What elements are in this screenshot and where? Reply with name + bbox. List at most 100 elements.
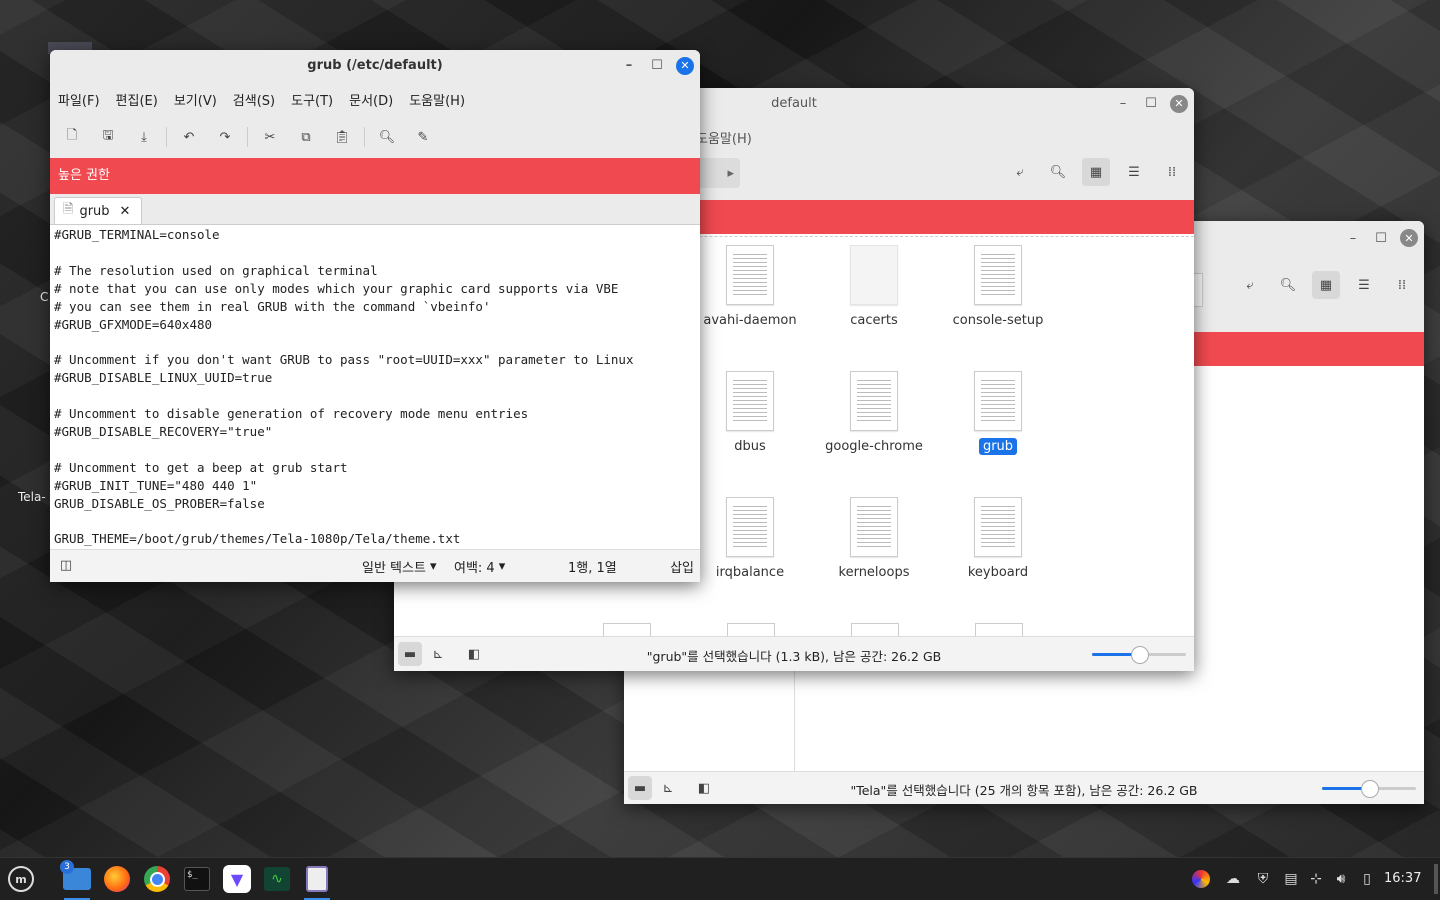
protonvpn-icon: ▼ [223,865,251,893]
list-view-icon[interactable]: ☰ [1350,271,1378,299]
taskbar: m 3 $_ ▼ ∿ ☁ ⛨ ▤ ⊹ 🔊︎ ▯ 16:37 [0,857,1440,900]
file-name: irqbalance [715,565,785,580]
maximize-button[interactable]: ☐ [1372,229,1390,247]
show-desktop-button[interactable] [1434,864,1438,894]
taskbar-text-editor[interactable] [300,862,334,900]
tab-grub[interactable]: 🗎 grub ✕ [54,197,142,224]
menu-tools[interactable]: 도구(T) [291,90,333,109]
statusbar: ▬ ⊾ ◧ "Tela"를 선택했습니다 (25 개의 항목 포함), 남은 공… [624,771,1424,804]
close-button[interactable]: ✕ [676,57,694,75]
save-icon[interactable]: ⤓ [130,123,158,151]
partial-file-icon[interactable] [727,623,775,637]
menu-view[interactable]: 보기(V) [174,90,217,109]
new-document-icon[interactable]: 🗋 [58,123,86,151]
clock[interactable]: 16:37 [1384,871,1421,886]
battery-icon[interactable]: ▯ [1356,868,1378,890]
taskbar-system-monitor[interactable]: ∿ [260,862,294,896]
menu-file[interactable]: 파일(F) [58,90,100,109]
chevron-down-icon: ▾ [498,559,506,574]
close-tab-icon[interactable]: ✕ [120,204,131,219]
file-item[interactable]: keyboard [936,497,1060,581]
open-terminal-icon[interactable]: ⤶ [1236,271,1264,299]
text-area[interactable]: #GRUB_TERMINAL=console # The resolution u… [54,226,700,548]
code-line: #GRUB_INIT_TUNE="480 440 1" [54,477,258,493]
code-line: #GRUB_GFXMODE=640x480 [54,316,213,332]
maximize-button[interactable]: ☐ [1142,95,1160,113]
compact-view-icon[interactable]: ⁞⁞ [1158,158,1186,186]
redo-icon[interactable]: ↷ [211,123,239,151]
code-line: # Uncomment if you don't want GRUB to pa… [54,352,634,368]
open-terminal-icon[interactable]: ⤶ [1006,158,1034,186]
menu-search[interactable]: 검색(S) [233,90,275,109]
taskbar-firefox[interactable] [100,862,134,896]
taskbar-chrome[interactable] [140,862,174,896]
search-icon[interactable]: 🔍︎ [1274,271,1302,299]
cut-icon[interactable]: ✂ [256,123,284,151]
search-icon[interactable]: 🔍︎ [1044,158,1072,186]
file-item[interactable]: google-chrome [812,371,936,455]
search-icon[interactable]: 🔍︎ [373,123,401,151]
code-line: #GRUB_DISABLE_LINUX_UUID=true [54,370,273,386]
zoom-slider[interactable] [1322,780,1416,798]
taskbar-vpn[interactable]: ▼ [220,862,254,896]
activity-icon: ∿ [264,867,290,891]
clipboard-icon[interactable]: ▤ [1280,868,1302,890]
menu-button[interactable]: m [4,862,38,896]
partial-file-icon[interactable] [851,623,899,637]
minimize-button[interactable]: – [1344,229,1362,247]
color-picker-icon[interactable] [1190,868,1212,890]
menubar: 파일(F) 편집(E) 보기(V) 검색(S) 도구(T) 문서(D) 도움말(… [50,82,700,116]
statusbar: ▬ ⊾ ◧ "grub"를 선택했습니다 (1.3 kB), 남은 공간: 26… [394,636,1194,671]
undo-icon[interactable]: ↶ [175,123,203,151]
partial-file-icon[interactable] [975,623,1023,637]
file-item[interactable]: grub [936,371,1060,455]
maximize-button[interactable]: ☐ [648,57,666,75]
copy-icon[interactable]: ⧉ [292,123,320,151]
text-file-icon [850,497,898,557]
taskbar-files[interactable]: 3 [60,860,94,900]
volume-icon[interactable]: 🔊︎ [1330,868,1352,890]
menu-edit[interactable]: 편집(E) [116,90,158,109]
close-button[interactable]: ✕ [1400,229,1418,247]
minimize-button[interactable]: – [620,57,638,75]
tab-bar: 🗎 grub ✕ [50,194,700,225]
file-name: avahi-daemon [703,313,797,328]
shield-icon[interactable]: ⛨ [1252,868,1274,890]
code-line: # The resolution used on graphical termi… [54,262,378,278]
taskbar-terminal[interactable]: $_ [180,862,214,896]
text-file-icon [726,497,774,557]
icon-view-icon[interactable]: ▦ [1082,158,1110,186]
menu-help[interactable]: 도움말(H) [696,128,752,147]
chrome-icon [144,866,170,892]
menu-documents[interactable]: 문서(D) [349,90,393,109]
tab-width-selector[interactable]: 여백: 4 ▾ [454,557,505,576]
close-button[interactable]: ✕ [1170,95,1188,113]
file-item[interactable]: avahi-daemon [688,245,812,329]
privilege-banner: 높은 권한 [50,158,700,194]
toggle-side-panel-icon[interactable]: ◫ [54,553,78,577]
zoom-slider[interactable] [1092,646,1186,664]
cloud-icon[interactable]: ☁ [1222,868,1244,890]
open-icon[interactable]: 🖫 [94,123,122,151]
paste-icon[interactable]: 📋︎ [328,123,356,151]
file-item[interactable]: console-setup [936,245,1060,329]
desktop-icon-label[interactable]: C [40,290,48,304]
icon-view-icon[interactable]: ▦ [1312,271,1340,299]
network-icon[interactable]: ⊹ [1305,868,1327,890]
minimize-button[interactable]: – [1114,95,1132,113]
blank-file-icon [850,245,898,305]
compact-view-icon[interactable]: ⁞⁞ [1388,271,1416,299]
desktop-icon-label[interactable]: Tela- [18,490,46,504]
partial-file-icon[interactable] [603,623,651,637]
insert-mode[interactable]: 삽입 [670,557,694,576]
list-view-icon[interactable]: ☰ [1120,158,1148,186]
menu-help[interactable]: 도움말(H) [409,90,465,109]
file-item[interactable]: kerneloops [812,497,936,581]
language-label: 일반 텍스트 [362,561,426,576]
file-item[interactable]: cacerts [812,245,936,329]
language-selector[interactable]: 일반 텍스트 ▾ [362,557,436,576]
file-item[interactable]: irqbalance [688,497,812,581]
file-item[interactable]: dbus [688,371,812,455]
replace-icon[interactable]: ✎ [409,123,437,151]
